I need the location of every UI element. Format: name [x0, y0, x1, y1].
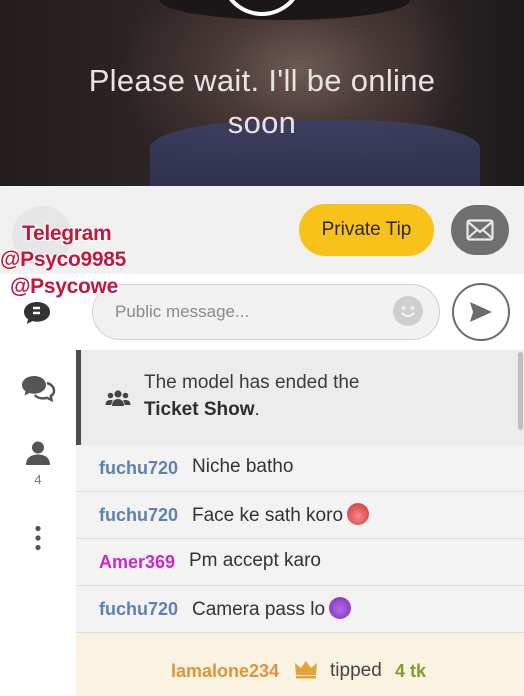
watermark-line1: Telegram: [22, 222, 112, 245]
emoji-picker-button[interactable]: [393, 296, 423, 326]
chat-message-body: Face ke sath koro: [192, 503, 370, 527]
chat-message: fuchu720 Face ke sath koro: [76, 492, 524, 539]
private-tip-button[interactable]: Private Tip: [299, 204, 434, 256]
chat-scrollbar[interactable]: [518, 352, 523, 430]
send-arrow-icon: [470, 302, 492, 322]
system-notice: [76, 350, 524, 445]
offline-status-message: Please wait. I'll be online soon: [0, 60, 524, 144]
watermark-line3: @Psycowe: [10, 275, 118, 298]
public-chat-tab[interactable]: [20, 298, 54, 328]
watermark-line2: @Psyco9985: [0, 248, 127, 271]
tip-amount: 4 tk: [395, 661, 427, 681]
tipper-username[interactable]: lamalone234: [171, 661, 279, 682]
envelope-icon: [466, 219, 494, 241]
hot-face-emoji-icon: [347, 503, 370, 525]
chat-message: fuchu720 Niche batho: [76, 445, 524, 492]
chat-username[interactable]: Amer369: [99, 552, 175, 573]
chat-message-text: Niche batho: [192, 456, 294, 477]
more-options-button[interactable]: [30, 525, 46, 551]
chat-message-text: Face ke sath koro: [192, 505, 344, 526]
notice-suffix: .: [254, 399, 260, 420]
send-button[interactable]: [452, 283, 510, 341]
chat-username[interactable]: fuchu720: [99, 505, 178, 526]
crown-icon: [295, 661, 317, 679]
group-icon: [104, 388, 132, 408]
notice-text-line1: The model has ended the: [144, 372, 360, 393]
notice-bold-text: Ticket Show: [144, 399, 255, 420]
user-icon: [26, 441, 50, 465]
chat-message-text: Pm accept karo: [189, 550, 321, 571]
smiling-devil-emoji-icon: [329, 597, 352, 619]
chat-message-body: Camera pass lo: [192, 597, 352, 621]
tip-action-text: tipped: [330, 660, 382, 681]
message-button[interactable]: [451, 205, 509, 255]
chat-message-text: Camera pass lo: [192, 599, 326, 620]
users-tab[interactable]: [24, 440, 52, 466]
chat-message: Amer369 Pm accept karo: [76, 539, 524, 586]
speech-bubble-icon: [24, 302, 50, 324]
public-message-input[interactable]: [115, 295, 385, 329]
offline-status-line1: Please wait. I'll be online: [88, 63, 436, 98]
public-message-field[interactable]: [92, 284, 440, 340]
chat-username[interactable]: fuchu720: [99, 599, 178, 620]
chat-bubbles-icon: [22, 376, 56, 402]
chat-message: fuchu720 Camera pass lo: [76, 586, 524, 633]
private-chats-tab[interactable]: [19, 373, 57, 403]
offline-status-line2: soon: [227, 105, 297, 140]
chat-username[interactable]: fuchu720: [99, 458, 178, 479]
notice-text-line2: Ticket Show.: [144, 399, 260, 421]
user-count: 4: [34, 472, 42, 487]
video-player[interactable]: Please wait. I'll be online soon: [0, 0, 524, 186]
vertical-dots-icon: [35, 525, 41, 551]
smiley-icon: [401, 306, 415, 317]
